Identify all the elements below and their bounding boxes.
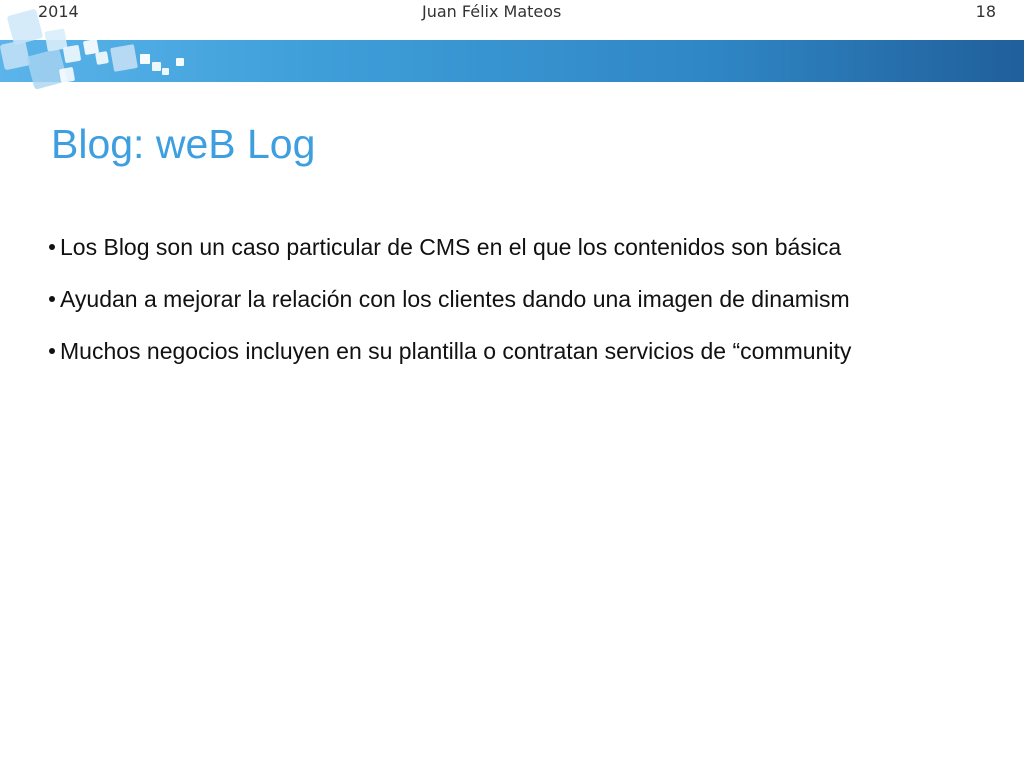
slide: 2014 Juan Félix Mateos 18 Blog: weB Log … xyxy=(0,0,1024,768)
header-author: Juan Félix Mateos xyxy=(422,2,562,21)
bullet-dot-icon xyxy=(49,348,55,354)
header-band xyxy=(0,40,1024,82)
bullet-dot-icon xyxy=(49,244,55,250)
bullet-text: Los Blog son un caso particular de CMS e… xyxy=(60,234,842,260)
bullet-text: Ayudan a mejorar la relación con los cli… xyxy=(60,286,850,312)
slide-title: Blog: weB Log xyxy=(51,121,316,167)
bullet-list: Los Blog son un caso particular de CMS e… xyxy=(0,230,1024,386)
bullet-item: Muchos negocios incluyen en su plantilla… xyxy=(0,334,1024,386)
bullet-text: Muchos negocios incluyen en su plantilla… xyxy=(60,338,852,364)
bullet-item: Ayudan a mejorar la relación con los cli… xyxy=(0,282,1024,334)
bullet-item: Los Blog son un caso particular de CMS e… xyxy=(0,230,1024,282)
bullet-dot-icon xyxy=(49,296,55,302)
page-number: 18 xyxy=(975,2,996,21)
header-year: 2014 xyxy=(38,2,79,21)
